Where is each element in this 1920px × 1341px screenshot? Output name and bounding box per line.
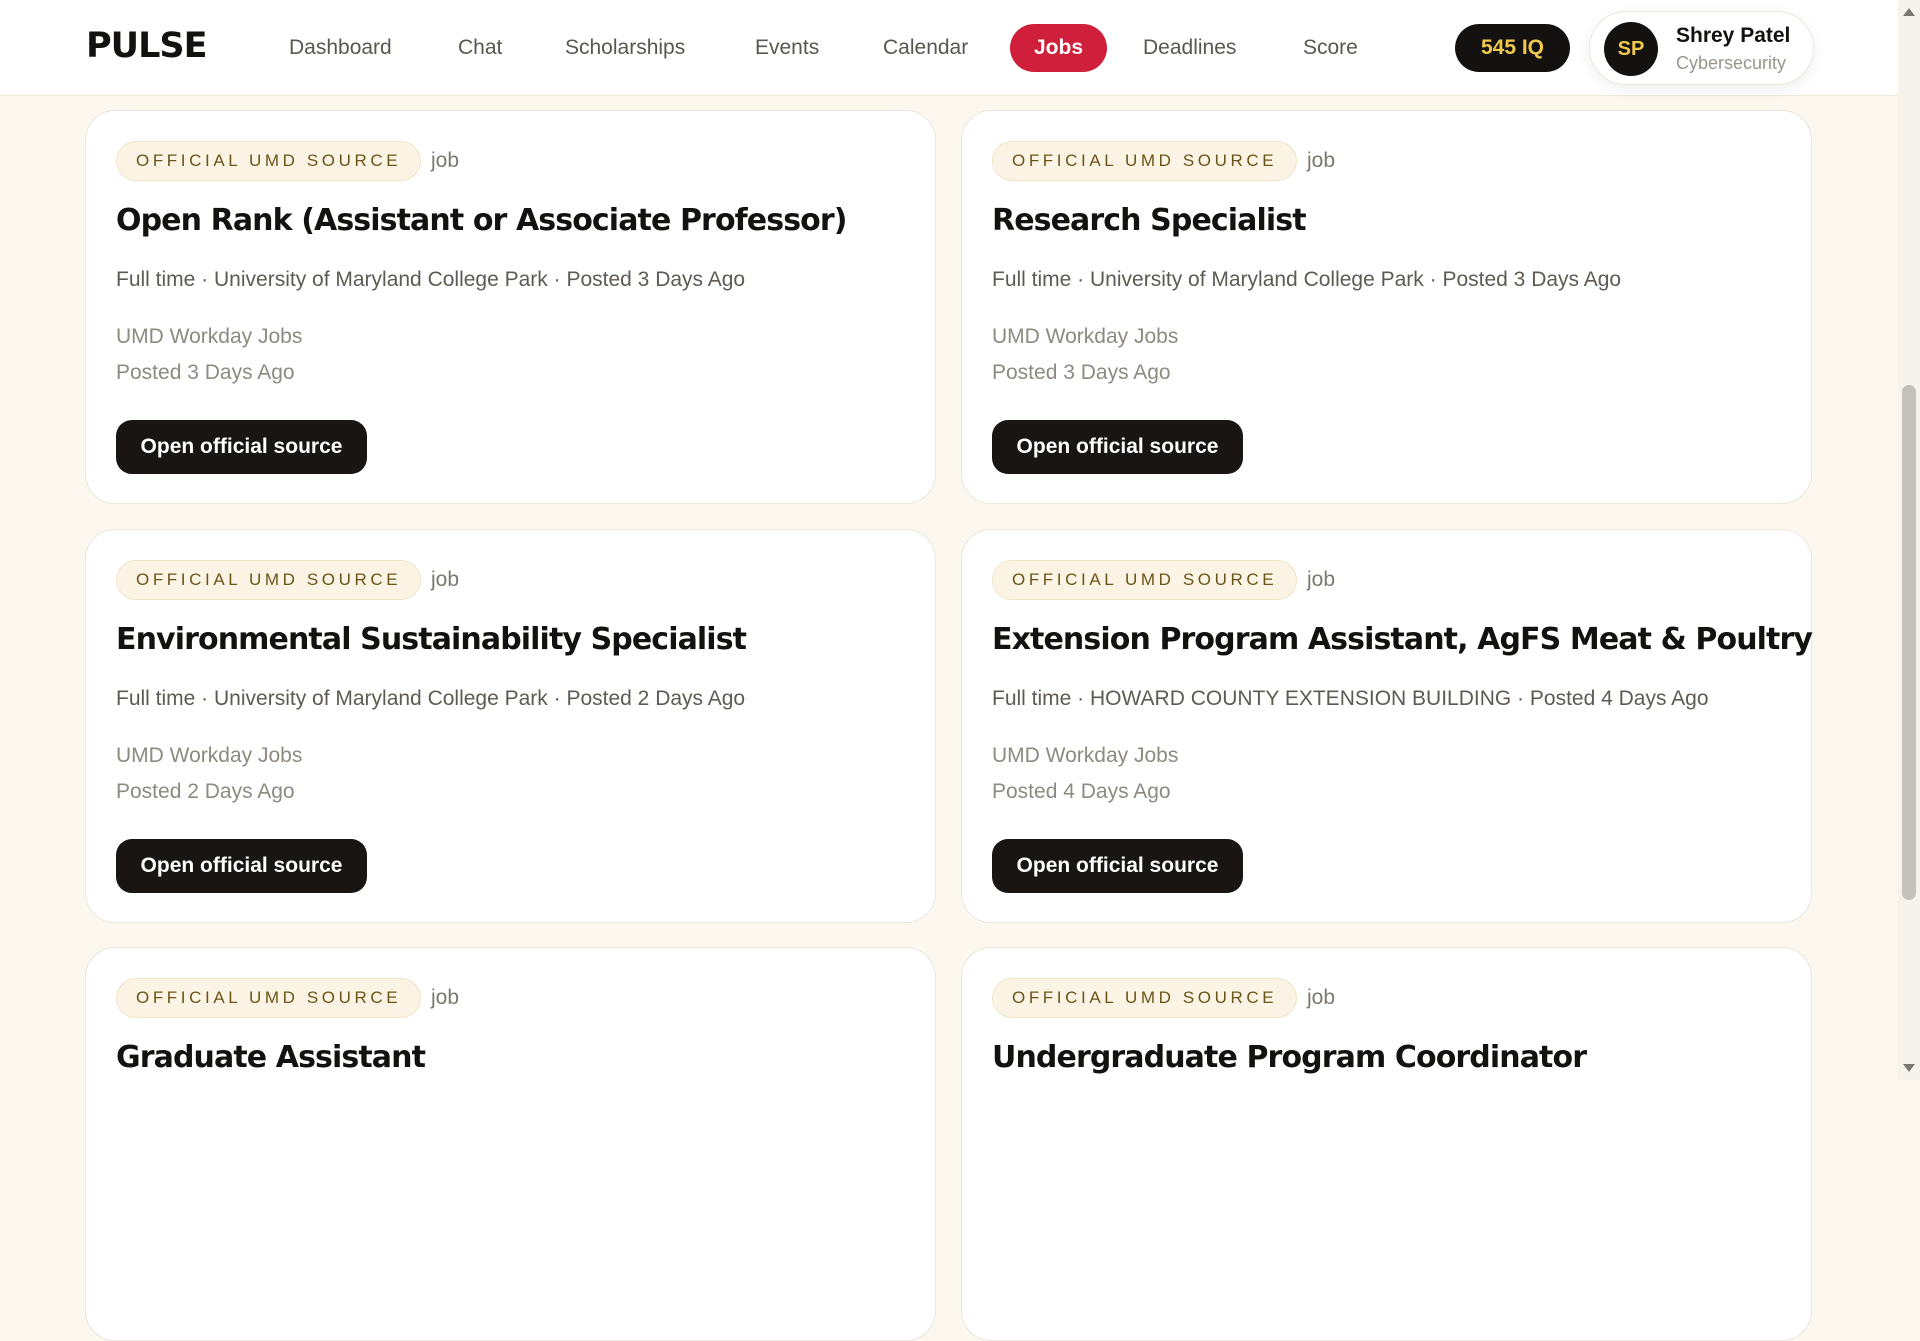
job-posted: Posted 4 Days Ago: [992, 780, 1171, 803]
job-title: Open Rank (Assistant or Associate Profes…: [116, 203, 847, 238]
scroll-down-arrow-icon[interactable]: [1903, 1064, 1915, 1072]
job-meta: Full time · HOWARD COUNTY EXTENSION BUIL…: [992, 687, 1709, 710]
job-card: OFFICIAL UMD SOURCE job Environmental Su…: [85, 529, 936, 923]
job-type-label: job: [431, 986, 460, 1009]
job-posted: Posted 2 Days Ago: [116, 780, 295, 803]
job-meta: Full time · University of Maryland Colle…: [116, 268, 746, 291]
job-title: Extension Program Assistant, AgFS Meat &…: [992, 622, 1813, 657]
job-card: OFFICIAL UMD SOURCE job Research Special…: [961, 110, 1812, 504]
user-major: Cybersecurity: [1676, 53, 1787, 73]
job-card: OFFICIAL UMD SOURCE job Open Rank (Assis…: [85, 110, 936, 504]
avatar: SP: [1604, 22, 1658, 76]
user-profile-chip[interactable]: SP Shrey Patel Cybersecurity: [1589, 11, 1814, 85]
nav-deadlines[interactable]: Deadlines: [1143, 24, 1236, 72]
brand-logo[interactable]: PULSE: [86, 26, 207, 66]
official-source-badge: OFFICIAL UMD SOURCE: [116, 141, 422, 181]
official-source-badge: OFFICIAL UMD SOURCE: [992, 978, 1298, 1018]
job-source: UMD Workday Jobs: [116, 744, 303, 767]
nav-calendar[interactable]: Calendar: [883, 24, 968, 72]
nav-score[interactable]: Score: [1303, 24, 1358, 72]
job-type-label: job: [1307, 568, 1336, 591]
job-posted: Posted 3 Days Ago: [992, 361, 1171, 384]
scroll-up-arrow-icon[interactable]: [1903, 8, 1915, 16]
scrollbar-thumb[interactable]: [1902, 385, 1916, 900]
nav-scholarships[interactable]: Scholarships: [565, 24, 685, 72]
job-source: UMD Workday Jobs: [116, 325, 303, 348]
open-official-source-button[interactable]: Open official source: [116, 839, 367, 893]
open-official-source-button[interactable]: Open official source: [992, 420, 1243, 474]
job-type-label: job: [431, 149, 460, 172]
nav-events[interactable]: Events: [755, 24, 819, 72]
job-source: UMD Workday Jobs: [992, 744, 1179, 767]
open-official-source-button[interactable]: Open official source: [116, 420, 367, 474]
job-source: UMD Workday Jobs: [992, 325, 1179, 348]
page-scrollbar[interactable]: [1898, 0, 1920, 1080]
official-source-badge: OFFICIAL UMD SOURCE: [992, 560, 1298, 600]
official-source-badge: OFFICIAL UMD SOURCE: [116, 560, 422, 600]
nav-jobs[interactable]: Jobs: [1010, 24, 1108, 72]
job-type-label: job: [1307, 986, 1336, 1009]
top-nav-bar: PULSE Dashboard Chat Scholarships Events…: [0, 0, 1898, 96]
official-source-badge: OFFICIAL UMD SOURCE: [992, 141, 1298, 181]
job-card: OFFICIAL UMD SOURCE job Extension Progra…: [961, 529, 1813, 923]
iq-score-badge[interactable]: 545 IQ: [1455, 24, 1570, 72]
job-title: Research Specialist: [992, 203, 1307, 238]
job-posted: Posted 3 Days Ago: [116, 361, 295, 384]
job-type-label: job: [431, 568, 460, 591]
job-card: OFFICIAL UMD SOURCE job Undergraduate Pr…: [961, 947, 1812, 1341]
job-title: Environmental Sustainability Specialist: [116, 622, 747, 657]
job-title: Undergraduate Program Coordinator: [992, 1040, 1587, 1075]
nav-dashboard[interactable]: Dashboard: [289, 24, 392, 72]
user-name: Shrey Patel: [1676, 24, 1791, 47]
job-title: Graduate Assistant: [116, 1040, 426, 1075]
job-meta: Full time · University of Maryland Colle…: [992, 268, 1622, 291]
job-type-label: job: [1307, 149, 1336, 172]
nav-chat[interactable]: Chat: [458, 24, 502, 72]
job-card: OFFICIAL UMD SOURCE job Graduate Assista…: [85, 947, 936, 1341]
job-meta: Full time · University of Maryland Colle…: [116, 687, 746, 710]
official-source-badge: OFFICIAL UMD SOURCE: [116, 978, 422, 1018]
open-official-source-button[interactable]: Open official source: [992, 839, 1243, 893]
